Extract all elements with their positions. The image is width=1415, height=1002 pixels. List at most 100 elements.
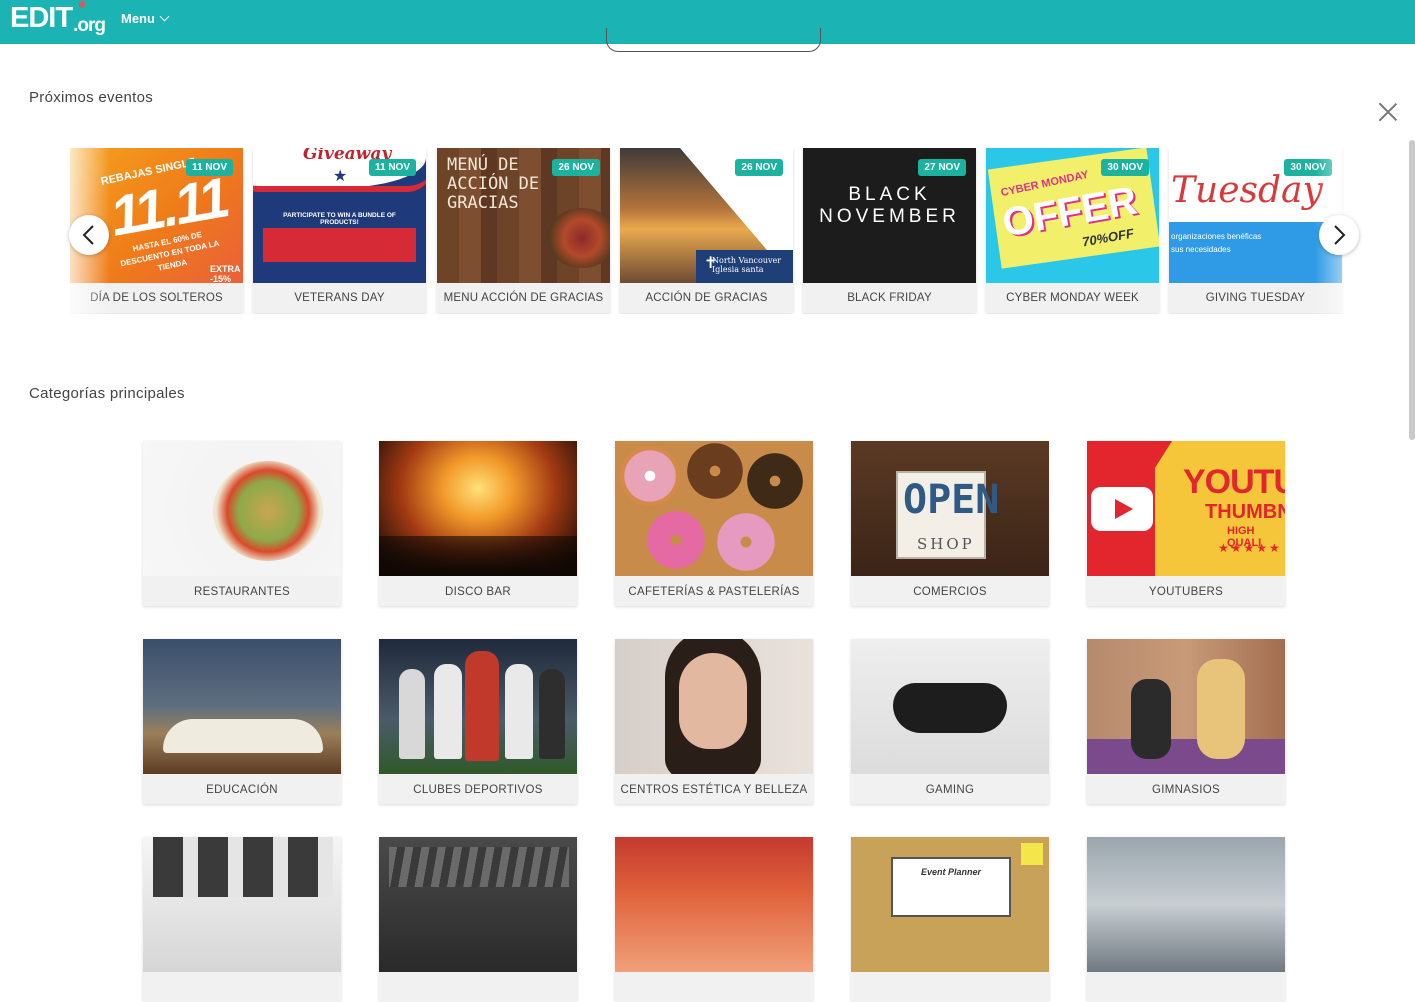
date-badge: 26 NOV: [735, 159, 783, 176]
gamepad-icon: [893, 683, 1007, 733]
thumb-subtitle: SHOP: [917, 535, 975, 553]
category-card-restaurants[interactable]: RESTAURANTES: [143, 441, 341, 606]
book-icon: [163, 719, 323, 753]
category-label: RESTAURANTES: [193, 586, 291, 598]
category-card-youtubers[interactable]: YOUTUB THUMBNA HIGH QUALI ★★★★★ YOUTUBER…: [1087, 441, 1285, 606]
category-card-sports-clubs[interactable]: CLUBES DEPORTIVOS: [379, 639, 577, 804]
carousel-prev-button[interactable]: [69, 215, 109, 255]
event-thumbnail: Giveaway ★ PARTICIPATE TO WIN A BUNDLE O…: [253, 148, 426, 283]
thumb-title: Event Planner: [921, 867, 982, 877]
event-label: DÍA DE LOS SOLTEROS: [90, 292, 223, 304]
category-thumbnail: [1087, 837, 1285, 972]
thumb-title: OPEN: [903, 477, 1000, 523]
category-label: GAMING: [925, 784, 975, 796]
thumb-extra: sus necesidades: [1171, 245, 1231, 254]
category-thumbnail: [379, 441, 577, 576]
category-thumbnail: [1087, 639, 1285, 774]
category-thumbnail: YOUTUB THUMBNA HIGH QUALI ★★★★★: [1087, 441, 1285, 576]
category-thumbnail: [615, 441, 813, 576]
category-thumbnail: OPEN SHOP: [851, 441, 1049, 576]
category-card-cafes-bakeries[interactable]: CAFETERÍAS & PASTELERÍAS: [615, 441, 813, 606]
close-icon[interactable]: [1377, 101, 1399, 123]
thumb-title: BLACK NOVEMBER: [819, 184, 960, 227]
category-card-disco-bar[interactable]: DISCO BAR: [379, 441, 577, 606]
date-badge: 30 NOV: [1101, 159, 1149, 176]
star-icon: ★: [333, 168, 348, 185]
menu-label: Menu: [121, 11, 155, 26]
chevron-down-icon: [159, 11, 170, 22]
category-thumbnail: [615, 837, 813, 972]
category-card-education[interactable]: EDUCACIÓN: [143, 639, 341, 804]
menu-button[interactable]: Menu: [121, 11, 170, 26]
category-card-shops[interactable]: OPEN SHOP COMERCIOS: [851, 441, 1049, 606]
category-label: CLUBES DEPORTIVOS: [413, 784, 543, 796]
main-categories-title: Categorías principales: [29, 385, 185, 402]
category-label: DISCO BAR: [445, 586, 511, 598]
category-label: CAFETERÍAS & PASTELERÍAS: [628, 586, 800, 598]
category-thumbnail: Event Planner: [851, 837, 1049, 972]
thumb-subtitle: organizaciones benéficas: [1171, 232, 1262, 241]
logo-star-icon: ✱: [78, 0, 86, 11]
category-card-gyms[interactable]: GIMNASIOS: [1087, 639, 1285, 804]
category-label: CENTROS ESTÉTICA Y BELLEZA: [620, 784, 808, 796]
event-card-cyber-monday[interactable]: CYBER MONDAY OFFER 70%OFF 30 NOV CYBER M…: [986, 148, 1159, 313]
event-thumbnail: Tuesday organizaciones benéficas sus nec…: [1169, 148, 1342, 283]
event-label: ACCIÓN DE GRACIAS: [645, 292, 768, 304]
event-card-giving-tuesday[interactable]: Tuesday organizaciones benéficas sus nec…: [1169, 148, 1342, 313]
event-thumbnail: North Vancouver Iglesia santa ✝ 26 NOV: [620, 148, 793, 283]
category-label: [1087, 972, 1285, 1002]
category-card-row3-4[interactable]: Event Planner: [851, 837, 1049, 1002]
category-card-beauty-centers[interactable]: CENTROS ESTÉTICA Y BELLEZA: [615, 639, 813, 804]
events-carousel: REBAJAS SINGLE 11.11 HASTA EL 60% DE DES…: [70, 148, 1355, 314]
logo-suffix: .org: [73, 15, 106, 36]
thumb-title: MENÚ DE ACCIÓN DE GRACIAS: [447, 155, 540, 213]
category-thumbnail: [615, 639, 813, 774]
thumb-title: YOUTUB: [1183, 463, 1285, 501]
event-card-black-friday[interactable]: BLACK NOVEMBER 27 NOV BLACK FRIDAY: [803, 148, 976, 313]
upcoming-events-title: Próximos eventos: [29, 89, 154, 106]
category-card-row3-5[interactable]: [1087, 837, 1285, 1002]
category-label: [143, 972, 341, 1002]
category-card-gaming[interactable]: GAMING: [851, 639, 1049, 804]
event-card-veterans-day[interactable]: Giveaway ★ PARTICIPATE TO WIN A BUNDLE O…: [253, 148, 426, 313]
carousel-next-button[interactable]: [1319, 215, 1359, 255]
chevron-left-icon: [82, 225, 94, 245]
category-thumbnail: [143, 639, 341, 774]
event-thumbnail: CYBER MONDAY OFFER 70%OFF 30 NOV: [986, 148, 1159, 283]
category-thumbnail: [143, 837, 341, 972]
thumb-title: Tuesday: [1171, 170, 1323, 211]
event-card-thanksgiving[interactable]: North Vancouver Iglesia santa ✝ 26 NOV A…: [620, 148, 793, 313]
category-card-row3-2[interactable]: [379, 837, 577, 1002]
category-label: YOUTUBERS: [1148, 586, 1224, 598]
thumb-title: North Vancouver Iglesia santa: [712, 256, 782, 274]
event-thumbnail: BLACK NOVEMBER 27 NOV: [803, 148, 976, 283]
event-label: BLACK FRIDAY: [847, 292, 932, 304]
date-badge: 26 NOV: [552, 159, 600, 176]
logo-text: EDIT: [10, 2, 73, 34]
category-thumbnail: [379, 639, 577, 774]
event-label: MENU ACCIÓN DE GRACIAS: [443, 292, 604, 304]
cross-icon: ✝: [704, 255, 718, 272]
category-label: EDUCACIÓN: [206, 784, 278, 796]
category-card-row3-3[interactable]: [615, 837, 813, 1002]
category-card-row3-1[interactable]: [143, 837, 341, 1002]
event-thumbnail: MENÚ DE ACCIÓN DE GRACIAS 26 NOV: [437, 148, 610, 283]
date-badge: 30 NOV: [1284, 159, 1332, 176]
stars-icon: ★★★★★: [1218, 541, 1282, 555]
event-card-thanksgiving-menu[interactable]: MENÚ DE ACCIÓN DE GRACIAS 26 NOV MENU AC…: [437, 148, 610, 313]
category-label: COMERCIOS: [913, 586, 987, 598]
search-pill-edge[interactable]: [606, 28, 821, 52]
thumb-extra-2: EXTRA -15%: [210, 264, 241, 283]
date-badge: 11 NOV: [185, 159, 233, 176]
category-thumbnail: [143, 441, 341, 576]
event-label: VETERANS DAY: [294, 292, 385, 304]
date-badge: 27 NOV: [918, 159, 966, 176]
page-scrollbar[interactable]: [1409, 140, 1415, 440]
category-thumbnail: [851, 639, 1049, 774]
thumb-subtitle: THUMBNA: [1205, 501, 1285, 523]
category-thumbnail: [379, 837, 577, 972]
edit-org-logo[interactable]: EDIT .org ✱: [10, 0, 106, 36]
category-label: [615, 972, 813, 1002]
category-label: [379, 972, 577, 1002]
category-label: [851, 972, 1049, 1002]
